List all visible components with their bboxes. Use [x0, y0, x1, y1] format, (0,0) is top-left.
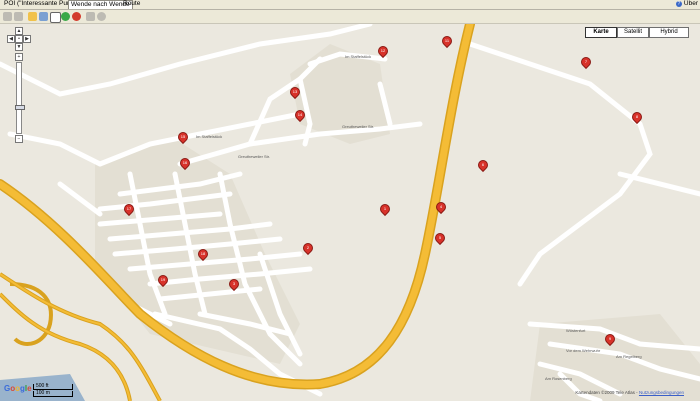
save-icon[interactable] — [39, 12, 48, 21]
pan-down-icon[interactable]: ▼ — [15, 43, 23, 51]
street-label: Greutheweiler Str. — [238, 154, 271, 159]
street-label: Am Regelberg — [616, 354, 642, 359]
back-icon[interactable] — [3, 12, 12, 21]
help-icon: ? — [675, 1, 682, 7]
map-area[interactable]: Karte Satellit Hybrid ▲ ◀ • ▶ ▼ + − 11 1… — [0, 24, 700, 401]
map-canvas — [0, 24, 700, 401]
zoom-in-button[interactable]: + — [15, 53, 23, 61]
about-button[interactable]: ? Über — [675, 0, 698, 8]
copyright: Kartendaten ©2009 Tele Atlas - Nutzungsb… — [575, 390, 684, 395]
pan-center-icon[interactable]: • — [15, 35, 23, 43]
open-folder-icon[interactable] — [28, 12, 37, 21]
street-label: Am Rosenberg — [545, 376, 572, 381]
google-logo: Google — [4, 384, 32, 393]
cursor-icon[interactable] — [50, 12, 61, 23]
street-label: Wöstenfurt — [566, 328, 586, 333]
go-icon[interactable] — [61, 12, 70, 21]
street-label: Im Staffelstück — [345, 54, 372, 59]
map-type-satellit[interactable]: Satellit — [617, 27, 649, 38]
print-icon[interactable] — [86, 12, 95, 21]
scale-bar: 500 ft 100 m — [33, 384, 73, 398]
about-label: Über — [683, 0, 698, 7]
pan-left-icon[interactable]: ◀ — [7, 35, 15, 43]
terms-link[interactable]: Nutzungsbedingungen — [639, 390, 684, 395]
forward-icon[interactable] — [14, 12, 23, 21]
toolbar — [0, 10, 700, 24]
zoom-slider-knob[interactable] — [15, 105, 25, 110]
tab-route[interactable]: Route — [121, 0, 142, 8]
map-type-karte[interactable]: Karte — [585, 27, 617, 38]
street-label: Im Staffelstück — [196, 134, 223, 139]
map-type-hybrid[interactable]: Hybrid — [649, 27, 689, 38]
pan-right-icon[interactable]: ▶ — [23, 35, 31, 43]
scale-m: 100 m — [33, 391, 73, 397]
pan-up-icon[interactable]: ▲ — [15, 27, 23, 35]
tab-bar: POI ("Interessante Punkte") Wende nach W… — [0, 0, 700, 10]
zoom-out-button[interactable]: − — [15, 135, 23, 143]
stop-icon[interactable] — [72, 12, 81, 21]
street-label: Vor dem Wehrwuhr — [566, 348, 601, 353]
zoom-slider[interactable] — [15, 62, 25, 134]
settings-icon[interactable] — [97, 12, 106, 21]
street-label: Greutheweiler Str. — [342, 124, 375, 129]
